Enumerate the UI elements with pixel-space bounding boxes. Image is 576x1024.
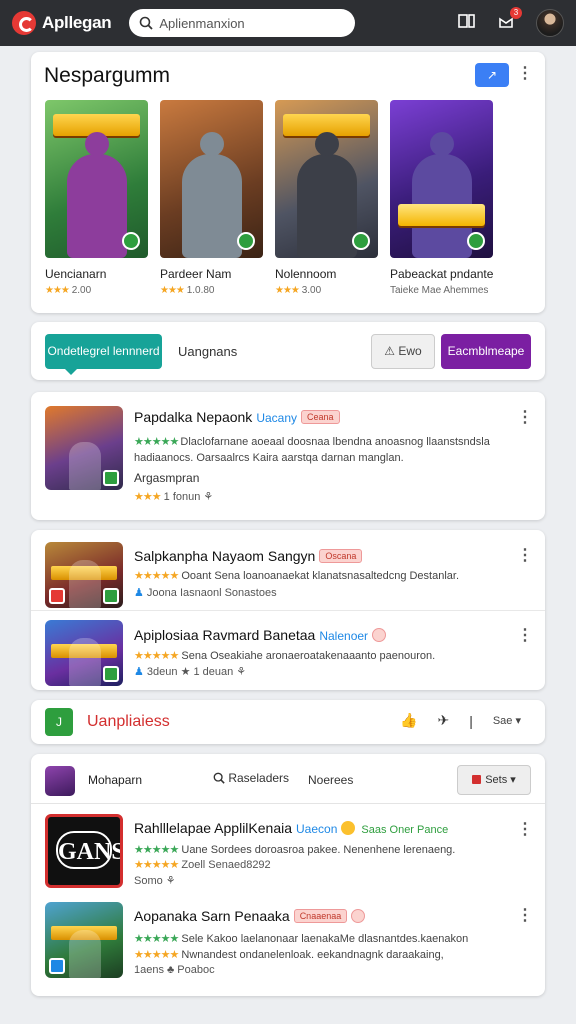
installed-icon bbox=[103, 470, 119, 486]
list-item-desc: ★★★★★ Sele Kakoo laelanonaar laenakaMe d… bbox=[134, 933, 469, 945]
featured-card: Nespargumm ↗ ⋮ Uencianarn ★★★ 2.00 Parde… bbox=[31, 52, 545, 313]
list-item-desc: ★★★★★ Dlaclofarnane aoeaal doosnaa lbend… bbox=[134, 436, 490, 464]
section-search[interactable]: Raseladers bbox=[213, 771, 289, 785]
list-item-meta: ★★★ 1 fonun ⚘ bbox=[134, 491, 214, 503]
game-name: Uencianarn bbox=[45, 267, 107, 281]
installed-icon bbox=[237, 232, 255, 250]
list-item-meta: ♟ 3deun ★ 1 deuan ⚘ bbox=[134, 666, 247, 678]
user-avatar[interactable] bbox=[536, 9, 564, 37]
game-card[interactable]: Uencianarn ★★★ 2.00 bbox=[45, 100, 148, 296]
thumb-up-icon[interactable]: 👍 bbox=[400, 712, 417, 729]
app-icon[interactable] bbox=[45, 542, 123, 608]
bookmark-icon[interactable] bbox=[458, 13, 476, 34]
title-text: Papdalka Nepaonk bbox=[134, 409, 253, 425]
list-item-meta: 1aens ♣ Poaboc bbox=[134, 964, 215, 976]
kebab-icon[interactable]: ⋮ bbox=[517, 628, 533, 644]
sort-dropdown[interactable]: Sae ▾ bbox=[493, 714, 521, 727]
pin-icon[interactable]: ✈ bbox=[437, 712, 449, 729]
tag-blue: Uacany bbox=[256, 411, 297, 425]
game-card[interactable]: Pardeer Nam ★★★ 1.0.80 bbox=[160, 100, 263, 296]
game-meta: 1.0.80 bbox=[186, 285, 215, 296]
installed-icon bbox=[122, 232, 140, 250]
section-icon: J bbox=[45, 708, 73, 736]
section-header: Mohaparn Raseladers Noerees Sets ▾ bbox=[31, 754, 545, 804]
search-bar[interactable] bbox=[129, 9, 356, 37]
list-item-desc: ★★★★★ Nwnandest ondanelenloak. eekandnag… bbox=[134, 949, 444, 961]
kebab-icon[interactable]: ⋮ bbox=[517, 908, 533, 924]
store-icon bbox=[49, 588, 65, 604]
rating-stars: ★★★ bbox=[275, 285, 300, 296]
filter-bar: Ondetlegrel lennnerd Uangnans ⚠ Ewo Eacm… bbox=[31, 322, 545, 380]
app-icon[interactable] bbox=[45, 620, 123, 686]
list-card: Papdalka Nepaonk Uacany Ceana ★★★★★ Dlaclo… bbox=[31, 392, 545, 520]
rating-stars: ★★★ bbox=[45, 285, 70, 296]
game-meta: 3.00 bbox=[301, 285, 322, 296]
tab-active[interactable]: Ondetlegrel lennnerd bbox=[45, 334, 162, 375]
list-item-title[interactable]: Apiplosiaa Ravmard Banetaa Nalenoer bbox=[134, 627, 387, 643]
installed-icon bbox=[103, 588, 119, 604]
game-meta: Taieke Mae Ahemmes bbox=[390, 285, 489, 296]
app-icon[interactable]: GANSO bbox=[45, 814, 123, 888]
search-icon bbox=[213, 772, 225, 784]
list-item-title[interactable]: Aopanaka Sarn Penaaka Cnaaenaa bbox=[134, 908, 366, 924]
kebab-icon[interactable]: ⋮ bbox=[517, 410, 533, 426]
game-cover bbox=[275, 100, 378, 258]
section-avatar bbox=[45, 766, 75, 796]
section-title: Uanpliaiess bbox=[87, 713, 170, 730]
chevron-down-icon: ▾ bbox=[515, 715, 521, 727]
game-card[interactable]: Nolennoom ★★★ 3.00 bbox=[275, 100, 378, 296]
game-meta: 2.00 bbox=[71, 285, 92, 296]
tab-secondary[interactable]: Uangnans bbox=[178, 344, 237, 359]
logo-icon[interactable] bbox=[12, 11, 36, 35]
app-icon[interactable] bbox=[45, 406, 123, 490]
section-card: Mohaparn Raseladers Noerees Sets ▾ GANSO… bbox=[31, 754, 545, 996]
share-button[interactable]: ↗ bbox=[475, 63, 509, 87]
kebab-icon[interactable]: ⋮ bbox=[517, 548, 533, 564]
list-item-meta: ♟ Joona Iasnaonl Sonastoes bbox=[134, 587, 277, 599]
list-item-title[interactable]: Papdalka Nepaonk Uacany Ceana bbox=[134, 409, 340, 425]
search-icon bbox=[140, 16, 154, 30]
section-tab[interactable]: Noerees bbox=[308, 773, 353, 787]
list-item-desc: ★★★★★ Sena Oseakiahe aronaeroatakenaaant… bbox=[134, 650, 436, 662]
featured-title: Nespargumm bbox=[44, 64, 171, 87]
list-item-meta: Somo ⚘ bbox=[134, 875, 176, 887]
kebab-icon[interactable]: ⋮ bbox=[517, 822, 533, 838]
list-item-desc: ★★★★★ Uane Sordees doroasroa pakee. Nene… bbox=[134, 844, 456, 856]
search-input[interactable] bbox=[159, 15, 340, 31]
game-name: Nolennoom bbox=[275, 267, 337, 281]
game-name: Pardeer Nam bbox=[160, 267, 232, 281]
sets-button[interactable]: Sets ▾ bbox=[457, 765, 531, 795]
game-card[interactable]: Pabeackat pndante Taieke Mae Ahemmes bbox=[390, 100, 493, 296]
installed-icon bbox=[103, 666, 119, 682]
list-card: Salpkanpha Nayaom Sangyn Oscana ★★★★★ Ooa… bbox=[31, 530, 545, 690]
divider-icon: | bbox=[469, 712, 473, 729]
installed-icon bbox=[467, 232, 485, 250]
section-name: Mohaparn bbox=[88, 773, 143, 787]
list-item-title[interactable]: Salpkanpha Nayaom Sangyn Oscana bbox=[134, 548, 363, 564]
filter-button[interactable]: ⚠ Ewo bbox=[371, 334, 435, 369]
list-item-desc: ★★★★★ Ooant Sena loanoanaekat klanatsnas… bbox=[134, 570, 460, 582]
primary-button[interactable]: Eacmblmeape bbox=[441, 334, 531, 369]
rating-stars: ★★★ bbox=[160, 285, 185, 296]
list-item-meta: ★★★★★ Zoell Senaed8292 bbox=[134, 859, 271, 871]
game-cover bbox=[390, 100, 493, 258]
list-item-sub: Argasmpran bbox=[134, 471, 200, 485]
game-name: Pabeackat pndante bbox=[390, 267, 494, 281]
filter-button-label: Ewo bbox=[398, 344, 422, 358]
game-cover bbox=[160, 100, 263, 258]
top-bar: Apllegan 3 bbox=[0, 0, 576, 46]
brand-name[interactable]: Apllegan bbox=[42, 13, 112, 33]
game-cover bbox=[45, 100, 148, 258]
store-icon bbox=[49, 958, 65, 974]
inbox-icon[interactable]: 3 bbox=[498, 6, 522, 34]
filter-icon: ⚠ bbox=[384, 344, 399, 358]
kebab-icon[interactable]: ⋮ bbox=[517, 66, 533, 82]
app-icon[interactable] bbox=[45, 902, 123, 978]
section-toolbar: J Uanpliaiess 👍 ✈ | Sae ▾ bbox=[31, 700, 545, 744]
installed-icon bbox=[352, 232, 370, 250]
tag-red: Ceana bbox=[301, 410, 340, 424]
list-item-title[interactable]: Rahlllelapae ApplilKenaia Uaecon Saas Oner… bbox=[134, 820, 448, 836]
notification-badge: 3 bbox=[510, 6, 522, 19]
